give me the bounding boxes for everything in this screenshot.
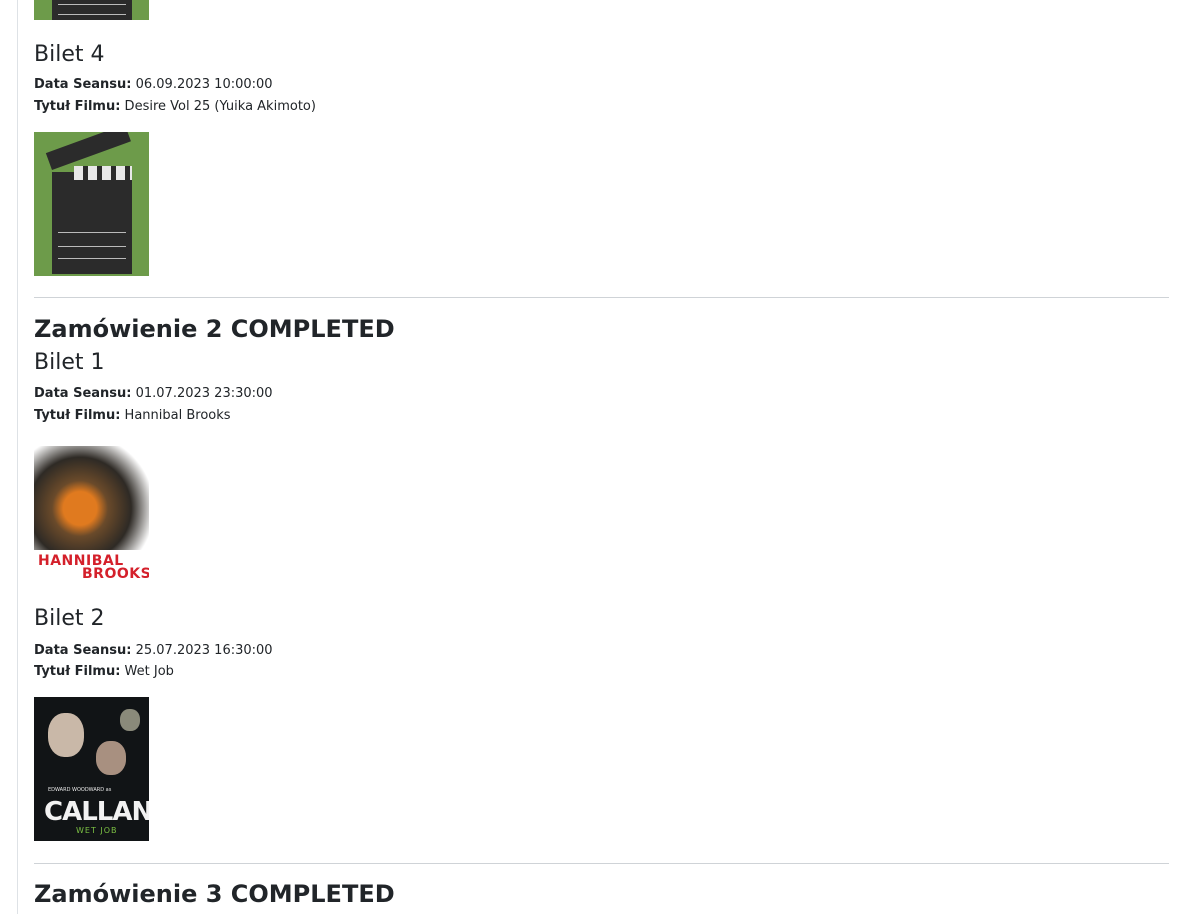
date-value: 06.09.2023 10:00:00 [131, 77, 273, 92]
film-label: Tytuł Filmu: [34, 99, 121, 114]
film-value: Desire Vol 25 (Yuika Akimoto) [120, 99, 316, 114]
date-value: 01.07.2023 23:30:00 [131, 386, 273, 401]
order-title: Zamówienie 2 COMPLETED [34, 315, 395, 343]
film-label: Tytuł Filmu: [34, 408, 121, 423]
ticket-title: Bilet 4 [34, 42, 105, 67]
ticket-title: Bilet 1 [34, 350, 105, 375]
date-label: Data Seansu: [34, 643, 132, 658]
clapperboard-poster-image [34, 132, 149, 276]
date-label: Data Seansu: [34, 386, 132, 401]
ticket-film: Tytuł Filmu: Hannibal Brooks [34, 408, 231, 424]
ticket-title: Bilet 2 [34, 606, 105, 631]
ticket-film: Tytuł Filmu: Desire Vol 25 (Yuika Akimot… [34, 99, 316, 115]
film-value: Hannibal Brooks [120, 408, 231, 423]
callan-wet-job-poster-image: EDWARD WOODWARD as CALLAN WET JOB [34, 697, 149, 841]
hannibal-brooks-poster-image: HANNIBAL BROOKS [34, 440, 149, 581]
ticket-date: Data Seansu: 06.09.2023 10:00:00 [34, 77, 273, 93]
clapperboard-poster-image [34, 0, 149, 20]
order-separator [34, 863, 1169, 864]
order-title: Zamówienie 3 COMPLETED [34, 880, 395, 908]
ticket-date: Data Seansu: 25.07.2023 16:30:00 [34, 643, 273, 659]
film-value: Wet Job [120, 664, 174, 679]
ticket-date: Data Seansu: 01.07.2023 23:30:00 [34, 386, 273, 402]
date-label: Data Seansu: [34, 77, 132, 92]
left-border [17, 0, 18, 914]
ticket-film: Tytuł Filmu: Wet Job [34, 664, 174, 680]
order-separator [34, 297, 1169, 298]
film-label: Tytuł Filmu: [34, 664, 121, 679]
date-value: 25.07.2023 16:30:00 [131, 643, 273, 658]
